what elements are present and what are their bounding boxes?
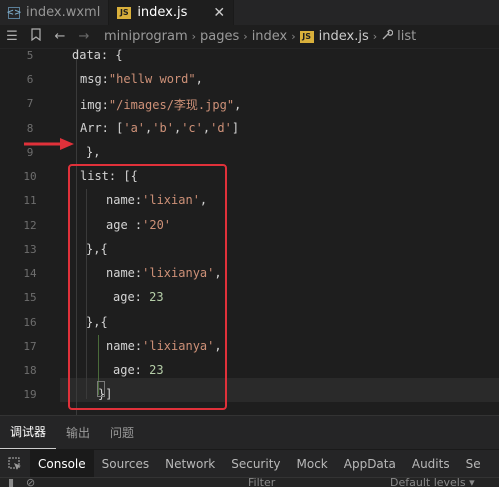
code-line-7: img:"/images/李现.jpg", — [80, 96, 241, 113]
string-literal: "hellw word" — [108, 72, 196, 86]
line-number: 18 — [23, 364, 37, 377]
tab-audits[interactable]: Audits — [404, 450, 458, 478]
code-text: img: — [80, 98, 109, 112]
inspect-element-icon[interactable] — [0, 450, 30, 478]
code-text: , — [195, 72, 203, 86]
chevron-right-icon: › — [291, 30, 296, 43]
string-literal: 'a' — [123, 121, 146, 135]
wrench-icon — [381, 29, 394, 45]
devtools-tab-bar: Console Sources Network Security Mock Ap… — [0, 449, 499, 478]
wxml-file-icon: <> — [6, 6, 22, 19]
string-literal: 'b' — [152, 121, 174, 135]
back-arrow-icon[interactable]: ← — [48, 29, 72, 44]
js-file-icon: JS — [299, 30, 314, 43]
breadcrumb-item-pages[interactable]: pages — [200, 29, 239, 44]
line-number: 12 — [23, 219, 37, 232]
chevron-right-icon: › — [372, 30, 378, 43]
chevron-right-icon: › — [191, 30, 197, 43]
code-line-5: data: { — [72, 49, 123, 62]
line-number: 14 — [23, 267, 37, 280]
line-number: 5 — [26, 49, 34, 62]
tab-network[interactable]: Network — [157, 450, 223, 478]
chevron-right-icon: › — [243, 30, 248, 43]
line-number: 15 — [23, 291, 37, 304]
code-text: data: { — [72, 49, 123, 62]
code-text: ] — [231, 121, 240, 135]
js-file-icon: JS — [117, 6, 132, 19]
console-sidebar-icon[interactable]: ▮ — [8, 478, 14, 487]
string-literal: "/images/李现.jpg" — [108, 98, 235, 112]
editor-tab-bar: <> index.wxml JS index.js ✕ — [0, 0, 499, 25]
breadcrumb-item-file[interactable]: index.js — [319, 29, 369, 44]
breadcrumb: ☰ ← → miniprogram › pages › index › JS i… — [0, 25, 499, 49]
code-text: msg: — [80, 72, 109, 86]
code-text: Arr: [ — [80, 121, 124, 135]
line-number: 17 — [23, 340, 37, 353]
close-tab-icon[interactable]: ✕ — [213, 5, 225, 21]
tab-problems[interactable]: 问题 — [100, 416, 144, 450]
log-levels-dropdown[interactable]: Default levels ▾ — [390, 478, 475, 487]
tab-index-wxml[interactable]: <> index.wxml — [0, 0, 110, 25]
line-number: 7 — [26, 97, 34, 110]
tab-label: index.js — [137, 5, 188, 20]
tab-console[interactable]: Console — [30, 449, 94, 478]
filter-input[interactable]: Filter — [248, 478, 275, 487]
annotation-arrow-icon — [24, 138, 74, 150]
tab-more[interactable]: Se — [458, 450, 489, 478]
tab-appdata[interactable]: AppData — [336, 450, 404, 478]
code-line-6: msg:"hellw word", — [80, 72, 203, 86]
console-filter-bar: ▮ ⊘ Filter Default levels ▾ — [0, 477, 499, 487]
string-literal: 'd' — [210, 121, 232, 135]
line-number: 13 — [23, 243, 37, 256]
code-line-9: }, — [86, 145, 100, 159]
clear-console-icon[interactable]: ⊘ — [26, 478, 35, 487]
bookmark-icon[interactable] — [24, 28, 48, 45]
line-number: 8 — [26, 122, 34, 135]
line-number: 11 — [23, 194, 37, 207]
breadcrumb-item-miniprogram[interactable]: miniprogram — [104, 29, 188, 44]
annotation-highlight-box — [68, 164, 227, 410]
tab-label: index.wxml — [26, 5, 101, 20]
tab-sources[interactable]: Sources — [94, 450, 157, 478]
breadcrumb-item-index[interactable]: index — [252, 29, 288, 44]
tab-index-js[interactable]: JS index.js ✕ — [109, 0, 235, 25]
line-number-gutter: 5 6 7 8 9 10 11 12 13 14 15 16 17 18 19 — [0, 49, 60, 415]
tab-output[interactable]: 输出 — [56, 416, 100, 450]
code-editor[interactable]: 5 6 7 8 9 10 11 12 13 14 15 16 17 18 19 … — [0, 49, 499, 415]
code-line-8: Arr: ['a','b','c','d'] — [80, 121, 240, 135]
line-number: 6 — [26, 73, 34, 86]
tab-debugger[interactable]: 调试器 — [0, 416, 57, 450]
tab-mock[interactable]: Mock — [289, 450, 336, 478]
code-text: , — [234, 98, 242, 112]
line-number: 19 — [23, 388, 37, 401]
line-number: 10 — [23, 170, 37, 183]
string-literal: 'c' — [181, 121, 203, 135]
bottom-panel-tabs: 调试器 输出 问题 — [0, 415, 499, 450]
code-text: }, — [86, 145, 101, 159]
forward-arrow-icon[interactable]: → — [72, 29, 96, 44]
line-number: 16 — [23, 316, 37, 329]
tab-security[interactable]: Security — [223, 450, 288, 478]
breadcrumb-item-symbol[interactable]: list — [397, 29, 416, 44]
menu-icon[interactable]: ☰ — [0, 29, 24, 44]
